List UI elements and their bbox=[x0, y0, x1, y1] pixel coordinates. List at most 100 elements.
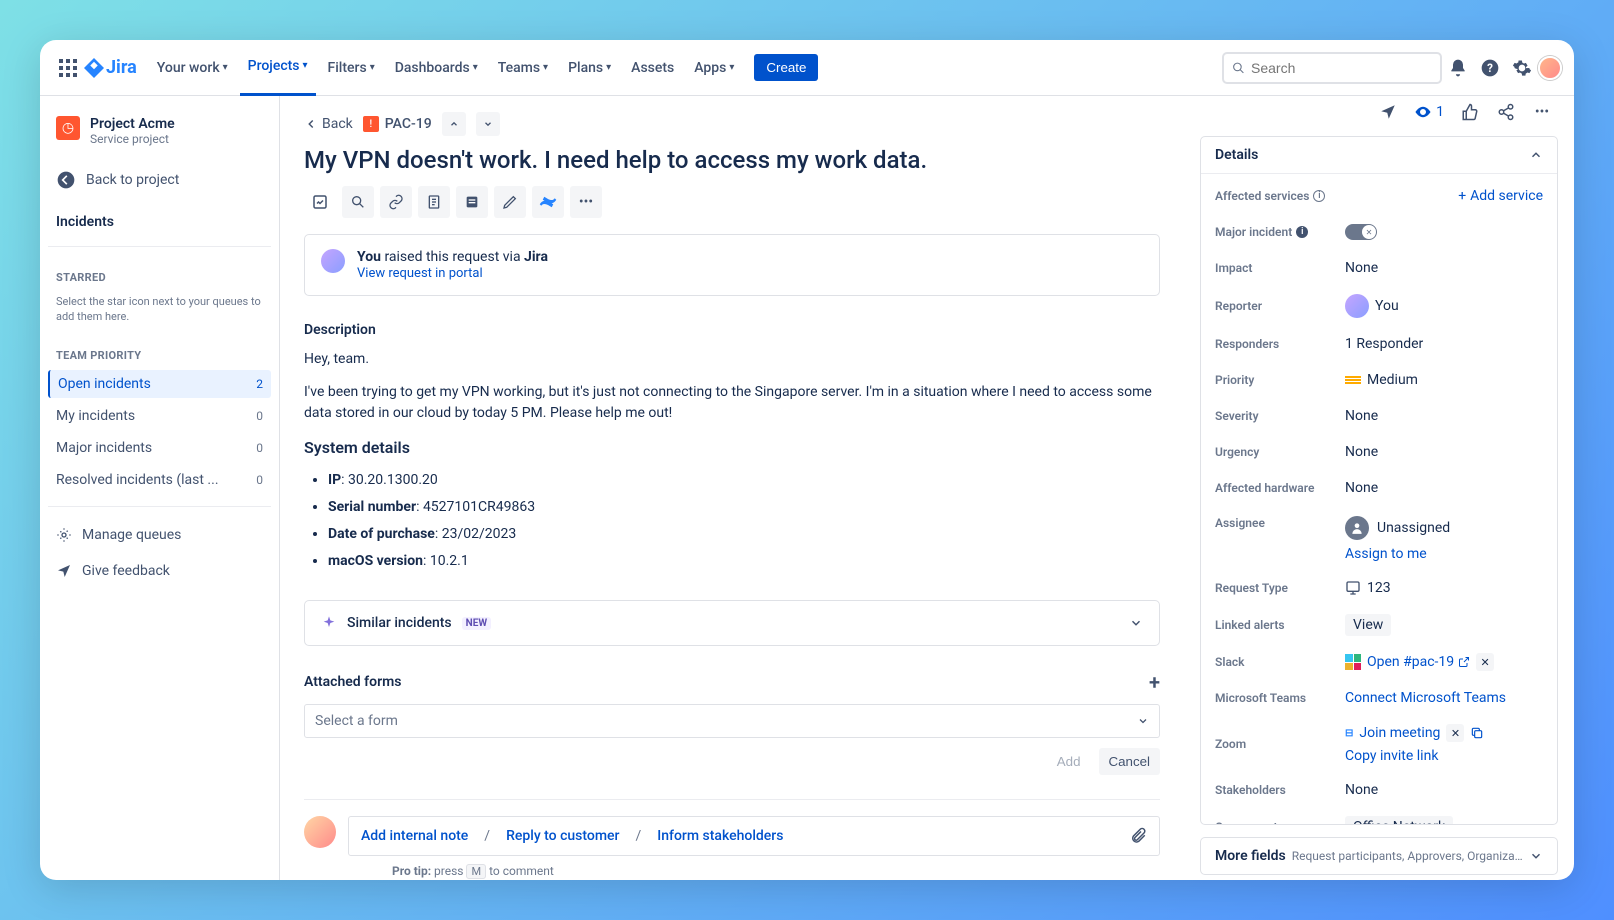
give-feedback[interactable]: Give feedback bbox=[48, 555, 271, 587]
info-icon[interactable]: i bbox=[1296, 226, 1308, 238]
urgency-value[interactable]: None bbox=[1345, 444, 1543, 460]
profile-avatar[interactable] bbox=[1538, 56, 1562, 80]
nav-apps[interactable]: Apps▾ bbox=[686, 52, 742, 84]
nav-assets[interactable]: Assets bbox=[623, 52, 682, 84]
share-icon[interactable] bbox=[1490, 96, 1522, 128]
add-form-icon[interactable]: + bbox=[1149, 670, 1160, 694]
queue-major-incidents[interactable]: Major incidents0 bbox=[48, 434, 271, 462]
comment-avatar bbox=[304, 816, 336, 848]
assignee-value[interactable]: Unassigned bbox=[1345, 516, 1450, 540]
attached-forms-heading: Attached forms bbox=[304, 674, 401, 690]
create-button[interactable]: Create bbox=[754, 54, 818, 81]
nav-teams[interactable]: Teams▾ bbox=[490, 52, 556, 84]
hardware-value[interactable]: None bbox=[1345, 480, 1543, 496]
request-type-value[interactable]: 123 bbox=[1345, 580, 1543, 596]
impact-value[interactable]: None bbox=[1345, 260, 1543, 276]
watchers-button[interactable]: 1 bbox=[1408, 96, 1450, 128]
comment-box[interactable]: Add internal note / Reply to customer / … bbox=[348, 816, 1160, 856]
priority-value[interactable]: Medium bbox=[1345, 372, 1543, 388]
more-icon[interactable]: ••• bbox=[1526, 96, 1558, 128]
nav-filters[interactable]: Filters▾ bbox=[320, 52, 383, 84]
like-icon[interactable] bbox=[1454, 96, 1486, 128]
unassigned-icon bbox=[1345, 516, 1369, 540]
collapse-icon[interactable] bbox=[1529, 148, 1543, 162]
description-p2[interactable]: I've been trying to get my VPN working, … bbox=[304, 382, 1160, 424]
linked-alerts-view[interactable]: View bbox=[1345, 614, 1391, 636]
search-input[interactable] bbox=[1222, 52, 1442, 84]
project-icon: ◷ bbox=[56, 116, 80, 140]
top-nav: Jira Your work▾ Projects▾ Filters▾ Dashb… bbox=[40, 40, 1574, 96]
tab-internal-note[interactable]: Add internal note bbox=[361, 828, 468, 844]
help-icon[interactable]: ? bbox=[1474, 52, 1506, 84]
note-icon[interactable] bbox=[456, 186, 488, 218]
kb-icon[interactable] bbox=[418, 186, 450, 218]
system-details-heading: System details bbox=[304, 436, 1160, 460]
attachment-icon[interactable] bbox=[1129, 827, 1147, 845]
component-chip[interactable]: Office Network bbox=[1345, 816, 1453, 824]
copy-icon bbox=[1470, 726, 1484, 740]
more-fields-panel[interactable]: More fields Request participants, Approv… bbox=[1200, 837, 1558, 875]
add-service-link[interactable]: +Add service bbox=[1458, 188, 1543, 204]
pen-icon[interactable] bbox=[494, 186, 526, 218]
zoom-copy-link[interactable]: Copy invite link bbox=[1345, 748, 1438, 764]
zoom-remove[interactable]: ✕ bbox=[1446, 724, 1464, 742]
link-icon[interactable] bbox=[380, 186, 412, 218]
queue-resolved-incidents[interactable]: Resolved incidents (last ...0 bbox=[48, 466, 271, 494]
severity-value[interactable]: None bbox=[1345, 408, 1543, 424]
nav-dashboards[interactable]: Dashboards▾ bbox=[387, 52, 486, 84]
manage-queues[interactable]: Manage queues bbox=[48, 519, 271, 551]
issue-key[interactable]: ! PAC-19 bbox=[363, 116, 432, 132]
description-p1[interactable]: Hey, team. bbox=[304, 349, 1160, 370]
issue-title[interactable]: My VPN doesn't work. I need help to acce… bbox=[304, 146, 1160, 174]
assign-to-me-link[interactable]: Assign to me bbox=[1345, 546, 1427, 562]
app-switcher-icon[interactable] bbox=[52, 52, 84, 84]
priority-medium-icon bbox=[1345, 372, 1361, 388]
back-to-project[interactable]: Back to project bbox=[48, 162, 271, 198]
find-icon[interactable] bbox=[342, 186, 374, 218]
sparkle-icon bbox=[321, 615, 337, 631]
issue-toolbar: ••• bbox=[304, 186, 1160, 218]
project-type: Service project bbox=[90, 132, 175, 146]
stakeholders-value[interactable]: None bbox=[1345, 782, 1543, 798]
teams-link[interactable]: Connect Microsoft Teams bbox=[1345, 690, 1506, 706]
responders-value[interactable]: 1 Responder bbox=[1345, 336, 1543, 352]
starred-heading: STARRED bbox=[48, 259, 271, 288]
slack-link[interactable]: Open #pac-19 bbox=[1367, 654, 1470, 670]
slack-remove[interactable]: ✕ bbox=[1476, 653, 1494, 671]
zoom-join-link[interactable]: Join meeting bbox=[1359, 725, 1440, 741]
details-heading: Details bbox=[1215, 147, 1258, 163]
project-name: Project Acme bbox=[90, 116, 175, 132]
queue-my-incidents[interactable]: My incidents0 bbox=[48, 402, 271, 430]
protip: Pro tip: press M to comment bbox=[392, 864, 1160, 878]
add-form-button[interactable]: Add bbox=[1047, 748, 1091, 775]
description-heading: Description bbox=[304, 320, 1160, 341]
reporter-value[interactable]: You bbox=[1345, 294, 1543, 318]
prev-issue-button[interactable] bbox=[442, 112, 466, 136]
nav-plans[interactable]: Plans▾ bbox=[560, 52, 619, 84]
nav-projects[interactable]: Projects▾ bbox=[240, 40, 316, 96]
queue-open-incidents[interactable]: Open incidents2 bbox=[48, 370, 271, 398]
feedback-icon[interactable] bbox=[1372, 96, 1404, 128]
tab-inform-stakeholders[interactable]: Inform stakeholders bbox=[657, 828, 783, 844]
nav-your-work[interactable]: Your work▾ bbox=[149, 52, 236, 84]
attach-icon[interactable] bbox=[304, 186, 336, 218]
confluence-icon[interactable] bbox=[532, 186, 564, 218]
next-issue-button[interactable] bbox=[476, 112, 500, 136]
requester-avatar bbox=[321, 249, 345, 273]
notifications-icon[interactable] bbox=[1442, 52, 1474, 84]
major-incident-toggle[interactable] bbox=[1345, 224, 1377, 240]
request-raised-box: You raised this request via Jira View re… bbox=[304, 234, 1160, 296]
back-button[interactable]: Back bbox=[304, 116, 353, 132]
sidebar: ◷ Project Acme Service project Back to p… bbox=[40, 96, 280, 880]
cancel-form-button[interactable]: Cancel bbox=[1099, 748, 1161, 775]
more-actions-icon[interactable]: ••• bbox=[570, 186, 602, 218]
tab-reply-customer[interactable]: Reply to customer bbox=[506, 828, 619, 844]
slack-icon bbox=[1345, 654, 1361, 670]
view-in-portal-link[interactable]: View request in portal bbox=[357, 266, 483, 281]
similar-incidents-panel[interactable]: Similar incidents NEW bbox=[304, 600, 1160, 646]
settings-icon[interactable] bbox=[1506, 52, 1538, 84]
form-select[interactable]: Select a form bbox=[304, 704, 1160, 738]
new-badge: NEW bbox=[462, 617, 491, 630]
info-icon[interactable]: i bbox=[1313, 190, 1325, 202]
jira-logo[interactable]: Jira bbox=[84, 57, 137, 78]
